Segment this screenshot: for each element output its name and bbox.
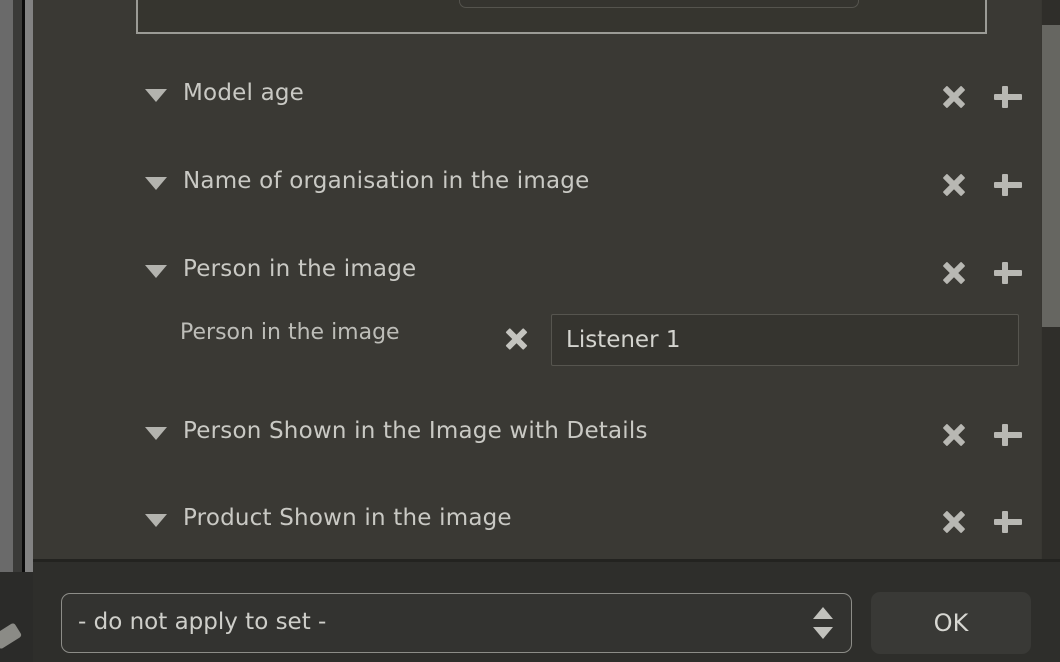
x-icon[interactable]: [937, 168, 971, 202]
metadata-row-label: Person Shown in the Image with Details: [183, 418, 648, 444]
metadata-value-row-person-in-the-image: Person in the image: [33, 306, 1041, 366]
triangle-down-icon[interactable]: [145, 177, 167, 190]
metadata-row-person-in-the-image[interactable]: Person in the image: [33, 248, 1041, 298]
triangle-up-icon[interactable]: [813, 607, 833, 619]
x-icon[interactable]: [937, 505, 971, 539]
x-icon[interactable]: [937, 80, 971, 114]
window-edge-outer: [0, 0, 13, 662]
plus-icon[interactable]: [991, 418, 1025, 452]
metadata-dialog: Model age Name of organisation in the im…: [33, 0, 1060, 662]
x-icon[interactable]: [937, 256, 971, 290]
plus-icon[interactable]: [991, 505, 1025, 539]
metadata-row-model-age[interactable]: Model age: [33, 72, 1041, 122]
dialog-footer: - do not apply to set - OK: [33, 562, 1060, 662]
x-icon[interactable]: [501, 323, 533, 355]
spinner-arrows[interactable]: [811, 606, 835, 642]
metadata-row-person-shown-with-details[interactable]: Person Shown in the Image with Details: [33, 410, 1041, 460]
ok-button[interactable]: OK: [871, 592, 1031, 654]
metadata-row-label: Name of organisation in the image: [183, 168, 590, 194]
metadata-value-input[interactable]: [551, 314, 1019, 366]
triangle-down-icon[interactable]: [145, 514, 167, 527]
metadata-row-name-of-organisation[interactable]: Name of organisation in the image: [33, 160, 1041, 210]
metadata-scroll-region[interactable]: Model age Name of organisation in the im…: [33, 0, 1041, 559]
x-icon[interactable]: [937, 418, 971, 452]
metadata-row-product-shown[interactable]: Product Shown in the image: [33, 497, 1041, 547]
application-window: Model age Name of organisation in the im…: [0, 0, 1060, 662]
vertical-scrollbar-thumb[interactable]: [1042, 25, 1060, 327]
metadata-row-label: Model age: [183, 80, 305, 106]
window-edge-inner: [25, 0, 33, 662]
triangle-down-icon[interactable]: [145, 427, 167, 440]
previous-field-input[interactable]: [459, 0, 859, 8]
apply-to-set-selected-value: - do not apply to set -: [78, 609, 327, 635]
window-edge-shadow: [13, 0, 22, 662]
window-edge-bottom-cap: [0, 572, 33, 662]
triangle-down-icon[interactable]: [145, 265, 167, 278]
metadata-value-label: Person in the image: [180, 320, 400, 345]
metadata-row-label: Product Shown in the image: [183, 505, 512, 531]
triangle-down-icon[interactable]: [145, 89, 167, 102]
triangle-down-icon[interactable]: [813, 627, 833, 639]
metadata-row-label: Person in the image: [183, 256, 417, 282]
plus-icon[interactable]: [991, 168, 1025, 202]
plus-icon[interactable]: [991, 80, 1025, 114]
apply-to-set-select[interactable]: - do not apply to set -: [61, 593, 852, 653]
plus-icon[interactable]: [991, 256, 1025, 290]
